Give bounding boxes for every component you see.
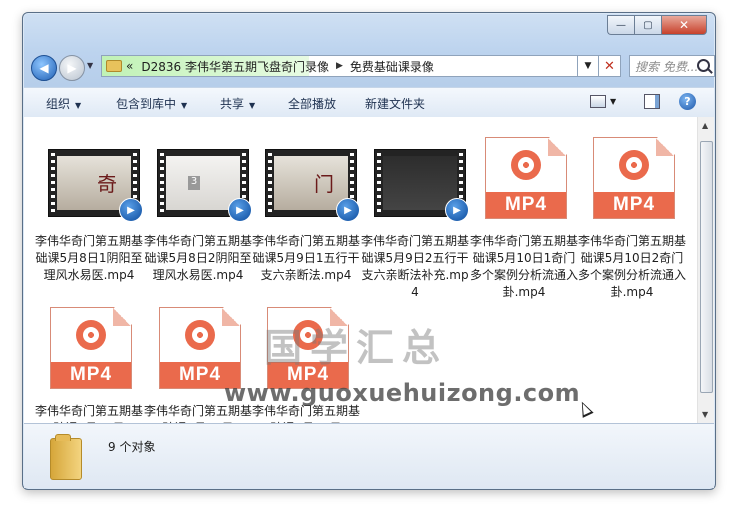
maximize-button[interactable]: ▢ [634, 15, 661, 35]
file-name: 李伟华奇门第五期基础课5月9日2五行干支六亲断法补充.mp4 [360, 234, 469, 299]
details-pane: 9 个对象 [24, 423, 714, 488]
file-name: 李伟华奇门第五期基础课5月10日2奇门多个案例分析流通入卦.mp4 [577, 234, 686, 299]
explorer-window: — ▢ ✕ ◀ ▶ ▼ « D2836 李伟华第五期飞盘奇门录像 ▶ 免费基础课… [22, 12, 716, 490]
forward-arrow-icon[interactable]: ▶ [59, 55, 85, 81]
close-window-button[interactable]: ✕ [661, 15, 707, 35]
preview-pane-icon[interactable] [644, 94, 660, 109]
play-badge-icon: ▶ [228, 198, 252, 222]
file-name: 李伟华奇门第五期基础课5月8日2阴阳至理风水易医.mp4 [143, 234, 252, 282]
chevron-down-icon: ▼ [181, 101, 188, 110]
play-all-button[interactable]: 全部播放 [288, 95, 336, 112]
address-bar[interactable]: « D2836 李伟华第五期飞盘奇门录像 ▶ 免费基础课录像 [101, 55, 621, 77]
file-name: 李伟华奇门第五期基础课5月10日1奇门多个案例分析流通入卦.mp4 [469, 234, 578, 299]
help-icon[interactable]: ? [679, 93, 696, 110]
search-icon[interactable] [697, 59, 710, 72]
chevron-down-icon: ▼ [75, 101, 82, 110]
file-name: 李伟华奇门第五期基础课5月9日1五行干支六亲断法.mp4 [251, 234, 360, 282]
scrollbar-thumb[interactable] [700, 141, 713, 393]
watermark-url: www.guoxuehuizong.com [224, 379, 581, 407]
include-library-menu[interactable]: 包含到库中 ▼ [116, 95, 187, 112]
share-label: 共享 [220, 97, 245, 111]
command-toolbar: 组织 ▼ 包含到库中 ▼ 共享 ▼ 全部播放 新建文件夹 ▼ ? [24, 87, 714, 118]
play-badge-icon: ▶ [336, 198, 360, 222]
mp4-file-icon: MP4 [593, 137, 675, 219]
back-arrow-icon[interactable]: ◀ [31, 55, 57, 81]
navigation-bar: ◀ ▶ ▼ « D2836 李伟华第五期飞盘奇门录像 ▶ 免费基础课录像 ▼ ✕… [31, 53, 715, 81]
vertical-scrollbar[interactable]: ▲ ▼ [697, 117, 714, 423]
folder-icon [106, 60, 122, 72]
chevron-down-icon[interactable]: ▼ [610, 97, 616, 106]
search-placeholder: 搜索 免费... [635, 59, 699, 74]
mp4-file-icon: MP4 [50, 307, 132, 389]
mouse-cursor-icon [576, 399, 594, 418]
file-name: 李伟华奇门第五期基础课5月8日1阴阳至理风水易医.mp4 [34, 234, 143, 282]
address-dropdown-button[interactable]: ▼ [577, 55, 599, 77]
play-badge-icon: ▶ [445, 198, 469, 222]
recent-pages-dropdown[interactable]: ▼ [87, 61, 93, 70]
item-count: 9 个对象 [108, 440, 156, 454]
breadcrumb-parent[interactable]: D2836 李伟华第五期飞盘奇门录像 [137, 58, 333, 75]
breadcrumb-separator[interactable]: ▶ [333, 61, 346, 71]
mp4-label: MP4 [486, 192, 566, 218]
video-thumbnail: 3 ▶ [157, 149, 252, 222]
mp4-label: MP4 [51, 362, 131, 388]
scroll-down-icon[interactable]: ▼ [702, 410, 708, 419]
address-overflow[interactable]: « [122, 59, 137, 73]
file-name: 李伟华奇门第五期基础课5月11日 [34, 404, 143, 423]
mp4-file-icon: MP4 [485, 137, 567, 219]
mp4-file-icon: MP4 [159, 307, 241, 389]
scroll-up-icon[interactable]: ▲ [702, 121, 708, 130]
file-list-view[interactable]: 奇 ▶ 李伟华奇门第五期基础课5月8日1阴阳至理风水易医.mp4 3 ▶ 李伟华… [24, 117, 714, 423]
new-folder-button[interactable]: 新建文件夹 [365, 95, 425, 112]
caption-buttons: — ▢ ✕ [607, 15, 707, 35]
play-badge-icon: ▶ [119, 198, 143, 222]
video-thumbnail: 门 ▶ [265, 149, 360, 222]
mp4-label: MP4 [594, 192, 674, 218]
chevron-down-icon: ▼ [249, 101, 256, 110]
stop-close-icon[interactable]: ✕ [599, 55, 621, 77]
watermark-chinese: 国学汇总 [264, 326, 449, 370]
breadcrumb-current[interactable]: 免费基础课录像 [346, 58, 438, 75]
minimize-button[interactable]: — [607, 15, 634, 35]
search-input[interactable]: 搜索 免费... [629, 55, 715, 77]
organize-label: 组织 [46, 97, 71, 111]
share-menu[interactable]: 共享 ▼ [220, 95, 255, 112]
include-library-label: 包含到库中 [116, 97, 177, 111]
organize-menu[interactable]: 组织 ▼ [46, 95, 81, 112]
video-thumbnail: ▶ [374, 149, 469, 222]
view-options-icon[interactable] [590, 95, 606, 108]
folder-icon [50, 434, 82, 480]
video-thumbnail: 奇 ▶ [48, 149, 143, 222]
